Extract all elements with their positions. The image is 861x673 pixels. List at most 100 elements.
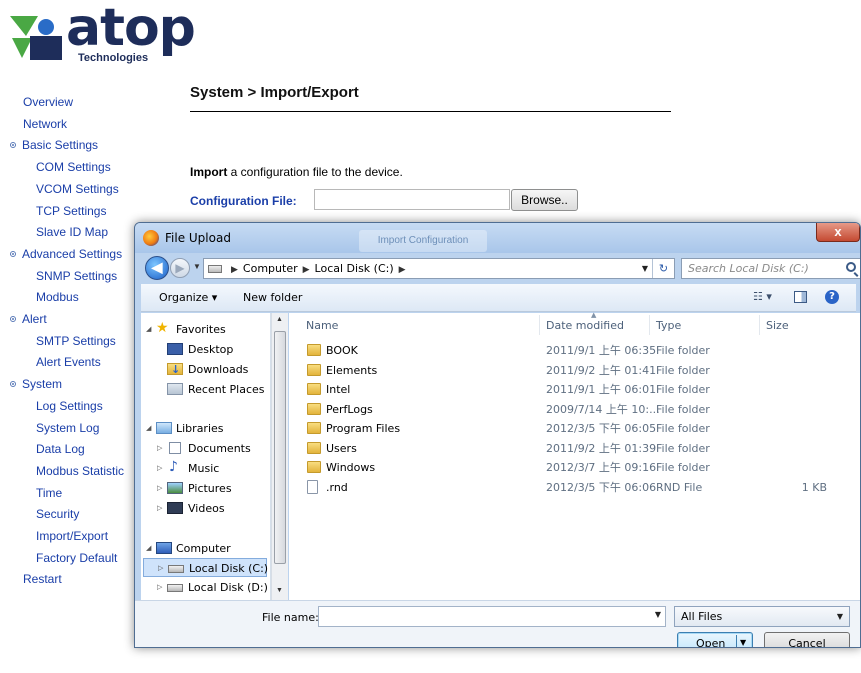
forward-arrow-icon[interactable]: ▶: [170, 258, 190, 278]
expand-arrow-icon[interactable]: ▷: [158, 559, 163, 578]
expand-arrow-icon[interactable]: ▷: [157, 439, 162, 458]
column-header-size[interactable]: Size: [766, 313, 789, 338]
sidebar-item-network[interactable]: Network: [23, 117, 67, 131]
tree-item-documents[interactable]: ▷ Documents: [141, 439, 270, 458]
tree-item-recent-places[interactable]: Recent Places: [141, 380, 270, 399]
list-item[interactable]: .rnd 2012/3/5 下午 06:06 RND File 1 KB: [289, 478, 860, 497]
close-button[interactable]: x: [816, 223, 860, 242]
column-header-date[interactable]: Date modified: [546, 313, 624, 338]
sidebar-item-log-settings[interactable]: Log Settings: [36, 399, 103, 413]
list-item[interactable]: Intel 2011/9/1 上午 06:01 File folder: [289, 380, 860, 399]
new-folder-button[interactable]: New folder: [243, 291, 302, 304]
tree-item-computer[interactable]: ◢ Computer: [141, 539, 270, 558]
breadcrumb[interactable]: ▶ Computer ▶ Local Disk (C:) ▶ ▼ ↻: [203, 258, 675, 279]
sidebar-item-basic-settings[interactable]: Basic Settings: [10, 138, 98, 152]
scrollbar-thumb[interactable]: [274, 331, 286, 564]
sidebar-item-modbus[interactable]: Modbus: [36, 290, 79, 304]
breadcrumb-computer[interactable]: Computer: [243, 262, 298, 275]
sidebar-item-advanced-settings[interactable]: Advanced Settings: [10, 247, 122, 261]
column-header-name[interactable]: Name: [306, 313, 338, 338]
search-icon[interactable]: [846, 262, 856, 272]
sidebar-item-system-log[interactable]: System Log: [36, 421, 99, 435]
file-name: Users: [326, 441, 357, 455]
list-item[interactable]: BOOK 2011/9/1 上午 06:35 File folder: [289, 341, 860, 360]
breadcrumb-separator-icon[interactable]: ▶: [231, 265, 238, 275]
sidebar-item-system[interactable]: System: [10, 377, 62, 391]
list-item[interactable]: Program Files 2012/3/5 下午 06:05 File folde…: [289, 419, 860, 438]
tree-item-videos[interactable]: ▷ Videos: [141, 499, 270, 518]
breadcrumb-local-disk-c[interactable]: Local Disk (C:): [315, 262, 394, 275]
sidebar-item-factory-default[interactable]: Factory Default: [36, 551, 117, 565]
file-name: Elements: [326, 363, 378, 377]
file-type-dropdown-icon[interactable]: ▼: [837, 607, 843, 626]
address-dropdown-icon[interactable]: ▼: [642, 259, 648, 278]
search-input[interactable]: Search Local Disk (C:): [681, 258, 860, 279]
column-header-type[interactable]: Type: [656, 313, 681, 338]
breadcrumb-separator-icon[interactable]: ▶: [399, 265, 406, 275]
breadcrumb-separator-icon[interactable]: ▶: [303, 265, 310, 275]
tree-item-desktop[interactable]: Desktop: [141, 340, 270, 359]
sidebar-item-smtp-settings[interactable]: SMTP Settings: [36, 334, 116, 348]
collapse-arrow-icon[interactable]: ◢: [146, 320, 151, 339]
expand-arrow-icon[interactable]: ▷: [157, 459, 162, 478]
sidebar-item-data-log[interactable]: Data Log: [36, 442, 85, 456]
cancel-button[interactable]: Cancel: [764, 632, 850, 647]
open-options-chevron-icon[interactable]: ▼: [740, 638, 746, 647]
configuration-file-input[interactable]: [314, 189, 510, 210]
collapse-arrow-icon[interactable]: ◢: [146, 419, 151, 438]
list-item[interactable]: Users 2011/9/2 上午 01:39 File folder: [289, 439, 860, 458]
expand-arrow-icon[interactable]: ▷: [157, 479, 162, 498]
sidebar-item-modbus-statistic[interactable]: Modbus Statistic: [36, 464, 124, 478]
libraries-icon: [156, 422, 172, 434]
tree-item-libraries[interactable]: ◢ Libraries: [141, 419, 270, 438]
sidebar-item-label: Time: [36, 486, 63, 500]
sidebar-item-com-settings[interactable]: COM Settings: [36, 160, 111, 174]
tree-item-downloads[interactable]: Downloads: [141, 360, 270, 379]
file-name-dropdown-icon[interactable]: ▼: [655, 610, 661, 619]
sidebar-item-vcom-settings[interactable]: VCOM Settings: [36, 182, 119, 196]
file-type-select[interactable]: All Files ▼: [674, 606, 850, 627]
import-configuration-button[interactable]: Import Configuration: [359, 230, 487, 252]
sidebar-item-import-export[interactable]: Import/Export: [36, 529, 108, 543]
tree-item-local-disk-d[interactable]: ▷ Local Disk (D:): [141, 578, 270, 597]
scroll-up-icon[interactable]: ▲: [276, 316, 283, 323]
list-item[interactable]: Elements 2011/9/2 上午 01:41 File folder: [289, 361, 860, 380]
file-name-input[interactable]: ▼: [318, 606, 666, 627]
tree-item-local-disk-c[interactable]: ▷ Local Disk (C:): [143, 558, 268, 578]
navigation-scrollbar[interactable]: ▲ ▼: [271, 313, 288, 600]
recent-locations-chevron-icon[interactable]: ▼: [193, 262, 201, 271]
change-view-icon[interactable]: ☷ ▾: [753, 290, 772, 303]
organize-button[interactable]: Organize ▾: [159, 291, 217, 304]
sidebar-item-overview[interactable]: Overview: [23, 95, 73, 109]
sidebar-item-label: SNMP Settings: [36, 269, 118, 283]
sidebar-item-label: Modbus: [36, 290, 79, 304]
collapse-arrow-icon[interactable]: ◢: [146, 539, 151, 558]
browse-button[interactable]: Browse..: [511, 189, 578, 211]
sidebar-item-alert-events[interactable]: Alert Events: [36, 355, 101, 369]
list-item[interactable]: Windows 2012/3/7 上午 09:16 File folder: [289, 458, 860, 477]
scroll-down-icon[interactable]: ▼: [276, 587, 283, 594]
sidebar-item-slave-id-map[interactable]: Slave ID Map: [36, 225, 108, 239]
tree-item-music[interactable]: ▷ ♪ Music: [141, 459, 270, 478]
sidebar-item-restart[interactable]: Restart: [23, 572, 62, 586]
sidebar-item-label: Factory Default: [36, 551, 118, 565]
back-arrow-icon[interactable]: ◀: [145, 256, 169, 280]
sidebar-item-tcp-settings[interactable]: TCP Settings: [36, 204, 106, 218]
sidebar-item-alert[interactable]: Alert: [10, 312, 47, 326]
expand-arrow-icon[interactable]: ▷: [157, 499, 162, 518]
sidebar-item-label: System Log: [36, 421, 100, 435]
tree-item-pictures[interactable]: ▷ Pictures: [141, 479, 270, 498]
sidebar-item-security[interactable]: Security: [36, 507, 79, 521]
preview-pane-icon[interactable]: [794, 291, 807, 303]
tree-item-favorites[interactable]: ◢ ★ Favorites: [141, 320, 270, 339]
sidebar-item-snmp-settings[interactable]: SNMP Settings: [36, 269, 117, 283]
open-button[interactable]: Open ▼: [677, 632, 753, 647]
sidebar-item-time[interactable]: Time: [36, 486, 62, 500]
file-date: 2011/9/2 上午 01:41: [546, 363, 657, 377]
refresh-icon[interactable]: ↻: [652, 259, 674, 278]
dialog-titlebar[interactable]: File Upload Import Configuration x: [135, 223, 860, 253]
list-item[interactable]: PerfLogs 2009/7/14 上午 10:... File folder: [289, 400, 860, 419]
file-name: BOOK: [326, 344, 358, 357]
help-icon[interactable]: ?: [825, 290, 839, 304]
expand-arrow-icon[interactable]: ▷: [157, 578, 162, 597]
